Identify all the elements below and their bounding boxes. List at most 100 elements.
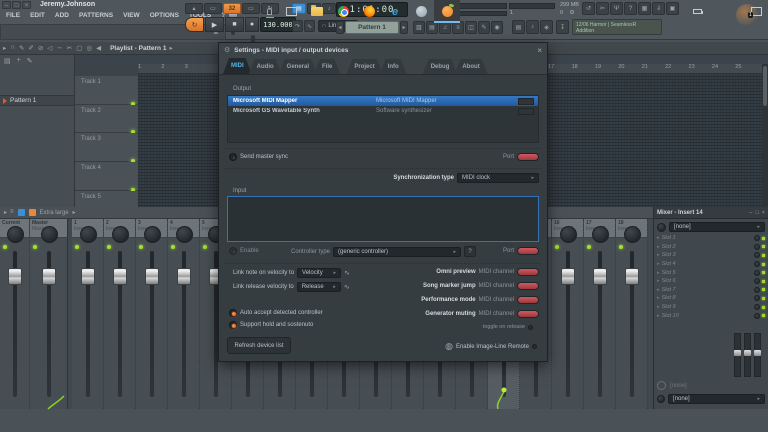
slot-led[interactable] — [762, 314, 765, 318]
mixer-slot[interactable]: ▸ Slot 10 — [654, 311, 768, 320]
mixer-strip[interactable]: 4 Insert 4 — [168, 219, 200, 409]
record-button[interactable]: ● — [245, 17, 259, 32]
slot-led[interactable] — [762, 279, 765, 283]
mixer-toggle-icon[interactable]: ◫ — [465, 21, 477, 34]
tab-midi[interactable]: MIDI — [223, 58, 252, 74]
strip-led[interactable] — [139, 245, 143, 249]
sync-type-dropdown[interactable]: MIDI clock ▸ — [457, 173, 539, 183]
strip-fader-handle[interactable] — [560, 268, 575, 285]
link-release-dropdown[interactable]: Release ▸ — [296, 282, 341, 292]
event-editor-icon[interactable]: ✎ — [478, 21, 490, 34]
slip-icon[interactable]: ↔ — [56, 44, 63, 52]
mixer-slot[interactable]: ▸ Slot 7 — [654, 286, 768, 295]
strip-pan-knob[interactable] — [111, 226, 129, 243]
mixer-strip[interactable]: Master Master — [30, 219, 68, 409]
strip-fader-handle[interactable] — [176, 268, 191, 285]
mixer-zoom-arrow-icon[interactable]: ▸ — [73, 209, 76, 216]
slot-knob[interactable] — [754, 312, 760, 319]
mixer-strip[interactable]: Current — [0, 219, 30, 409]
bottom-knob[interactable] — [657, 395, 665, 403]
eq-band-fader[interactable] — [754, 333, 761, 377]
slot-knob[interactable] — [754, 243, 760, 250]
strip-fader-handle[interactable] — [80, 268, 95, 285]
cut-icon[interactable]: ✂ — [596, 2, 609, 15]
scrollbar-thumb[interactable] — [763, 66, 767, 106]
overload-display[interactable]: 32 — [223, 3, 241, 14]
strip-pan-knob[interactable] — [623, 226, 641, 243]
hint-bar[interactable]: 12/06 Harmor | SeamlessR Addition — [572, 19, 662, 35]
playlist-track[interactable]: Track 3 — [75, 133, 138, 164]
tab-project[interactable]: Project — [346, 59, 382, 74]
monitor-plus-icon[interactable]: ▭ — [242, 3, 260, 14]
remote-indicator[interactable] — [532, 344, 537, 349]
playlist-menu-icon[interactable]: ▸ — [3, 44, 6, 52]
mixer-slot[interactable]: ▸ Slot 3 — [654, 251, 768, 260]
select-icon[interactable]: ▢ — [76, 44, 82, 52]
toggle-on-release-indicator[interactable] — [528, 324, 533, 330]
strip-fader-handle[interactable] — [41, 268, 56, 285]
mixer-strip[interactable]: 17 Insert 17 — [584, 219, 616, 409]
slot-knob[interactable] — [754, 252, 760, 259]
strip-pan-knob[interactable] — [79, 226, 97, 243]
pattern-list-item[interactable]: Pattern 1 — [0, 95, 74, 106]
mixer-strip[interactable]: 16 Insert 16 — [552, 219, 584, 409]
stop-button[interactable]: ■ — [225, 17, 244, 32]
playlist-track[interactable]: Track 4 — [75, 162, 138, 192]
slot-knob[interactable] — [754, 269, 760, 276]
draw-icon[interactable]: ✎ — [19, 44, 24, 52]
strip-led[interactable] — [171, 245, 175, 249]
close-icon[interactable]: × — [22, 1, 31, 9]
slot-led[interactable] — [762, 245, 765, 249]
touch-icon[interactable]: ◈ — [540, 20, 553, 34]
strip-fader-handle[interactable] — [624, 268, 639, 285]
tab-general[interactable]: General — [279, 59, 317, 74]
panel-collapse-icon[interactable]: ▴ — [185, 3, 203, 14]
paint-icon[interactable]: ✐ — [28, 44, 33, 52]
mixer-menu-icon[interactable]: ▸ — [4, 209, 7, 216]
controller-type-dropdown[interactable]: (generic controller) ▸ — [333, 246, 462, 257]
zoom-icon[interactable]: ◎ — [86, 44, 92, 52]
strip-led[interactable] — [33, 245, 37, 249]
slot-knob[interactable] — [754, 304, 760, 311]
dialog-titlebar[interactable]: ⚙ Settings - MIDI input / output devices… — [219, 43, 547, 57]
playback-icon[interactable]: ◀ — [96, 44, 101, 52]
mixer-list-icon[interactable]: ≡ — [10, 209, 14, 216]
menu-patterns[interactable]: PATTERNS — [74, 11, 118, 20]
tab-info[interactable]: Info — [380, 59, 407, 74]
mixer-slot[interactable]: ▸ Slot 6 — [654, 277, 768, 286]
Microsoft GS Wavetable Synth[interactable]: Microsoft GS Wavetable Synth Software sy… — [228, 106, 538, 116]
controller-port-knob[interactable] — [517, 247, 539, 255]
panel-knob[interactable] — [657, 222, 666, 232]
strip-led[interactable] — [555, 245, 559, 249]
device-port-box[interactable] — [518, 97, 534, 105]
link-cable-icon[interactable]: ∿ — [344, 269, 350, 277]
mixer-strip[interactable]: 3 Insert 3 — [136, 219, 168, 409]
mixer-slot[interactable]: ▸ Slot 5 — [654, 268, 768, 277]
tab-audio[interactable]: Audio — [249, 59, 282, 74]
sync-port-knob[interactable] — [517, 153, 539, 161]
maximize-icon[interactable]: □ — [12, 1, 21, 9]
strip-pan-knob[interactable] — [175, 226, 193, 243]
slot-led[interactable] — [762, 236, 765, 240]
strip-fader-handle[interactable] — [112, 268, 127, 285]
plugin-picker-icon[interactable]: ◉ — [491, 21, 503, 34]
strip-led[interactable] — [619, 245, 623, 249]
panel-close-icon[interactable]: × — [762, 210, 765, 216]
slot-knob[interactable] — [754, 261, 760, 268]
strip-fader-handle[interactable] — [144, 268, 159, 285]
magnet-icon[interactable]: ∩ — [10, 44, 15, 52]
song-mode-button[interactable]: ↻ — [185, 17, 204, 32]
slice-icon[interactable]: ✂ — [67, 44, 72, 52]
panel-bottom-selector[interactable]: [none] ▸ — [668, 394, 765, 404]
playlist-track[interactable]: Track 1 — [75, 76, 138, 106]
eq-band-fader[interactable] — [734, 333, 741, 377]
mixer-orange-icon[interactable] — [28, 209, 36, 216]
dim-knob[interactable] — [657, 381, 666, 390]
slot-led[interactable] — [762, 296, 765, 300]
generator-muting-knob[interactable] — [517, 310, 539, 318]
menu-edit[interactable]: EDIT — [25, 11, 50, 20]
enable-radio[interactable] — [229, 247, 237, 255]
strip-fader-handle[interactable] — [7, 268, 22, 285]
strip-pan-knob[interactable] — [40, 226, 58, 243]
playlist-track[interactable]: Track 5 — [75, 190, 138, 207]
